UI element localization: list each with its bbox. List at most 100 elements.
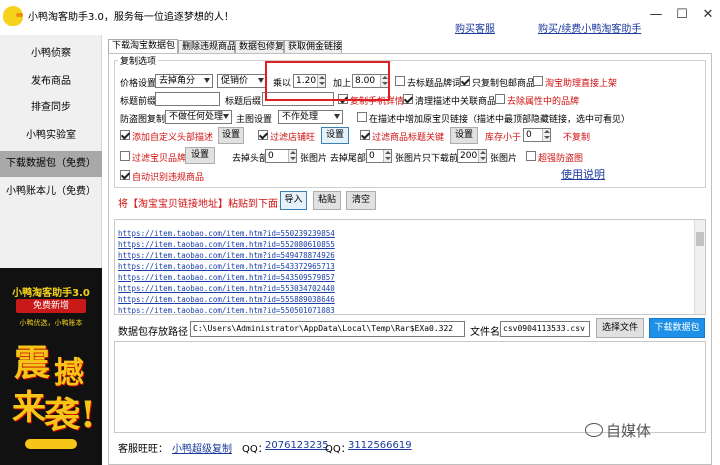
clear-related-checkbox[interactable] [403, 94, 413, 104]
stock-less-input[interactable]: 0 [523, 128, 551, 142]
promo-big-char-4: 袭! [44, 394, 96, 436]
url-line[interactable]: https://item.taobao.com/item.htm?id=5558… [118, 295, 335, 304]
sidebar-item-sync[interactable]: 排查同步 [0, 95, 102, 121]
url-line[interactable]: https://item.taobao.com/item.htm?id=5502… [118, 229, 335, 238]
filter-title-keyword-checkbox[interactable] [360, 130, 370, 140]
qq2-label: QQ： [325, 444, 351, 455]
tab-package-repair[interactable]: 数据包修复 [235, 40, 284, 54]
filter-brand-checkbox[interactable] [120, 151, 130, 161]
url-line[interactable]: https://item.taobao.com/item.htm?id=5435… [118, 273, 335, 282]
price-base-select[interactable]: 促销价 [217, 74, 267, 88]
filter-shop-label: 过滤店铺旺 [270, 133, 316, 143]
tab-delete-violations[interactable]: 删除违规商品 [178, 40, 236, 54]
stock-less-label: 库存小于 [485, 133, 522, 143]
only-free-shipping-checkbox[interactable] [460, 76, 470, 86]
hidden-link-label: 在描述中增加原宝贝链接（描述中最顶部隐藏链接，选中可看见） [369, 115, 631, 125]
renew-link[interactable]: 购买/续费小鸭淘客助手 [538, 20, 641, 35]
sidebar-item-download[interactable]: 下载数据包（免费） [0, 151, 102, 177]
promo-title: 小鸭淘客助手3.0 [12, 288, 90, 299]
app-logo-duck-icon [3, 6, 23, 26]
promo-subtitle: 小鸭优选，小鸭账本 [19, 319, 83, 327]
scrollbar-thumb[interactable] [696, 232, 704, 246]
sidebar-item-publish[interactable]: 发布商品 [0, 69, 102, 95]
tab-download-package[interactable]: 下载淘宝数据包 [108, 39, 178, 54]
main-image-label: 主图设置 [236, 115, 273, 125]
sidebar-item-ledger[interactable]: 小鸭账本儿（免费） [0, 179, 102, 205]
hidden-link-checkbox[interactable] [357, 112, 367, 122]
remove-tail-input[interactable]: 0 [366, 149, 392, 163]
promo-tag-shape [25, 439, 77, 449]
promo-banner[interactable]: 小鸭淘客助手3.0 免费新增 小鸭优选，小鸭账本 震 撼 来 袭! [0, 268, 102, 465]
price-setting-label: 价格设置 [120, 79, 157, 89]
sidebar-item-lab[interactable]: 小鸭实验室 [0, 123, 102, 149]
filter-shop-settings-button[interactable]: 设置 [321, 127, 349, 144]
url-line[interactable]: https://item.taobao.com/item.htm?id=5505… [118, 306, 335, 314]
watermark-text: 自媒体 [606, 422, 652, 440]
filter-brand-settings-button[interactable]: 设置 [185, 147, 215, 164]
wechat-icon [585, 423, 603, 437]
clear-button[interactable]: 清空 [346, 191, 376, 210]
no-copy-label: 不复制 [563, 133, 591, 143]
window-title: 小鸭淘客助手3.0，服务每一位追逐梦想的人！ [28, 12, 234, 23]
qq1-link[interactable]: 2076123235 [265, 440, 329, 451]
filter-shop-checkbox[interactable] [258, 130, 268, 140]
custom-header-settings-button[interactable]: 设置 [218, 127, 244, 144]
title-prefix-input[interactable] [155, 92, 220, 106]
spinner-icon[interactable] [542, 129, 550, 141]
filename-label: 文件名 [470, 327, 500, 338]
close-icon[interactable]: ✕ [697, 6, 719, 24]
choose-file-button[interactable]: 选择文件 [596, 318, 644, 338]
paste-button[interactable]: 粘贴 [313, 191, 341, 210]
highlight-box [265, 61, 330, 101]
remove-head-input[interactable]: 0 [265, 149, 297, 163]
custom-header-label: 添加自定义头部描述 [132, 133, 214, 143]
url-line[interactable]: https://item.taobao.com/item.htm?id=5520… [118, 240, 335, 249]
promo-badge: 免费新增 [16, 299, 86, 313]
taobao-helper-checkbox[interactable] [533, 76, 543, 86]
spinner-icon[interactable] [478, 150, 486, 162]
usage-link[interactable]: 使用说明 [561, 166, 605, 182]
remove-attr-brand-checkbox[interactable] [495, 94, 505, 104]
clear-related-label: 清理描述中关联商品 [415, 97, 497, 107]
anti-hijack-select[interactable]: 不做任何处理 [165, 110, 232, 124]
chevron-down-icon [204, 78, 210, 83]
url-scrollbar[interactable] [694, 220, 705, 314]
price-mode-select[interactable]: 去掉角分 [155, 74, 213, 88]
remove-brand-checkbox[interactable] [395, 76, 405, 86]
main-image-select[interactable]: 不作处理 [278, 110, 343, 124]
spinner-icon[interactable] [383, 150, 391, 162]
tab-commission-links[interactable]: 获取佣金链接 [284, 40, 342, 54]
promo-big-char-3: 来 [12, 388, 46, 428]
minimize-icon[interactable]: — [645, 6, 667, 24]
custom-header-checkbox[interactable] [120, 130, 130, 140]
download-package-button[interactable]: 下载数据包 [649, 318, 705, 338]
maximize-icon[interactable]: ☐ [671, 6, 693, 24]
qq2-link[interactable]: 3112566619 [348, 440, 412, 451]
remove-tail-label: 张图片 去掉尾部 [300, 154, 366, 164]
chevron-down-icon [258, 78, 264, 83]
promo-big-char-1: 震 [14, 342, 51, 384]
super-anti-hijack-checkbox[interactable] [526, 151, 536, 161]
qq1-label: QQ： [242, 444, 268, 455]
buy-service-link[interactable]: 购买客服 [455, 20, 495, 35]
copy-options-title: 复制选项 [118, 54, 159, 67]
remove-head-label: 去掉头部 [232, 154, 269, 164]
filter-brand-label: 过滤宝贝品牌 [132, 154, 187, 164]
import-button[interactable]: 导入 [280, 191, 307, 210]
keep-first-input[interactable]: 200 [457, 149, 487, 163]
filter-keyword-settings-button[interactable]: 设置 [450, 127, 478, 144]
auto-detect-violation-checkbox[interactable] [120, 170, 130, 180]
spinner-icon[interactable] [288, 150, 296, 162]
sidebar-item-scout[interactable]: 小鸭侦察 [0, 41, 102, 67]
chevron-down-icon [223, 114, 229, 119]
path-input[interactable]: C:\Users\Administrator\AppData\Local\Tem… [190, 321, 465, 337]
anti-hijack-label: 防盗图复制 [120, 115, 166, 125]
url-line[interactable]: https://item.taobao.com/item.htm?id=5433… [118, 262, 335, 271]
url-line[interactable]: https://item.taobao.com/item.htm?id=5494… [118, 251, 335, 260]
service-label: 客服旺旺： [118, 444, 168, 455]
url-textarea[interactable]: https://item.taobao.com/item.htm?id=5502… [114, 219, 706, 315]
service-wangwang-link[interactable]: 小鸭超级复制 [172, 440, 232, 455]
super-anti-hijack-label: 超强防盗图 [538, 154, 584, 164]
url-line[interactable]: https://item.taobao.com/item.htm?id=5530… [118, 284, 335, 293]
filename-input[interactable]: csv0904113533.csv [500, 321, 590, 337]
